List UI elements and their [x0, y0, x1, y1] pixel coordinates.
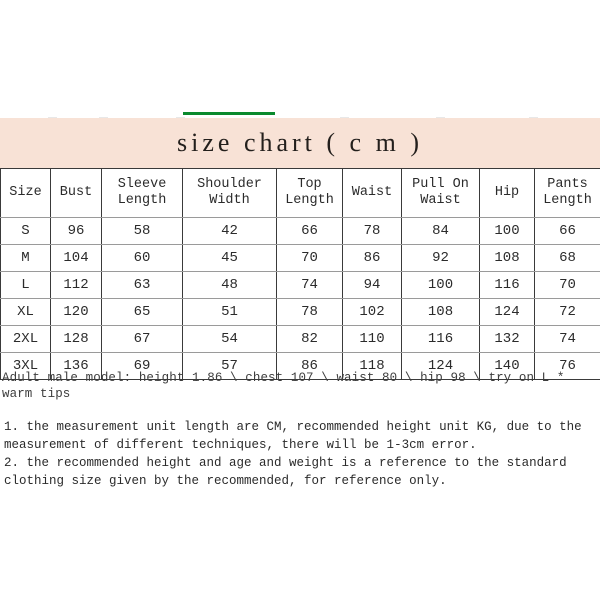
column-header-hip: Hip — [479, 168, 535, 218]
table-row: M 104 60 45 70 86 92 108 68 — [0, 244, 600, 272]
cell-size: XL — [0, 298, 51, 326]
cell-bust: 104 — [50, 244, 102, 272]
cell-hip: 100 — [479, 217, 535, 245]
table-row: 2XL 128 67 54 82 110 116 132 74 — [0, 325, 600, 353]
column-header-size: Size — [0, 168, 51, 218]
column-header-sleeve-length: Sleeve Length — [101, 168, 183, 218]
table-row: S 96 58 42 66 78 84 100 66 — [0, 217, 600, 245]
cell-pull-on-waist: 100 — [401, 271, 480, 299]
note-item: 1. the measurement unit length are CM, r… — [4, 420, 582, 452]
cell-sleeve-length: 60 — [101, 244, 183, 272]
disclaimer-notes: 1. the measurement unit length are CM, r… — [4, 418, 592, 490]
cell-pull-on-waist: 92 — [401, 244, 480, 272]
cell-shoulder-width: 42 — [182, 217, 277, 245]
cell-pants-length: 66 — [534, 217, 600, 245]
cell-size: L — [0, 271, 51, 299]
cell-sleeve-length: 67 — [101, 325, 183, 353]
green-accent-rule — [183, 112, 275, 115]
cell-pants-length: 72 — [534, 298, 600, 326]
cell-shoulder-width: 45 — [182, 244, 277, 272]
cell-hip: 116 — [479, 271, 535, 299]
cell-top-length: 78 — [276, 298, 343, 326]
cell-shoulder-width: 48 — [182, 271, 277, 299]
cell-waist: 86 — [342, 244, 402, 272]
size-chart-table: Size Bust Sleeve Length Shoulder Width T… — [0, 168, 600, 380]
cell-waist: 78 — [342, 217, 402, 245]
cell-pants-length: 68 — [534, 244, 600, 272]
cell-bust: 96 — [50, 217, 102, 245]
cell-top-length: 70 — [276, 244, 343, 272]
cell-waist: 110 — [342, 325, 402, 353]
table-header-row: Size Bust Sleeve Length Shoulder Width T… — [0, 168, 600, 218]
cell-sleeve-length: 58 — [101, 217, 183, 245]
cell-size: M — [0, 244, 51, 272]
model-measurements-note: Adult male model: height 1.86 \ chest 10… — [2, 371, 565, 401]
title-band: size chart ( c m ) — [0, 118, 600, 168]
note-item: 2. the recommended height and age and we… — [4, 456, 567, 488]
cell-shoulder-width: 51 — [182, 298, 277, 326]
cell-top-length: 66 — [276, 217, 343, 245]
cell-top-length: 74 — [276, 271, 343, 299]
cell-pull-on-waist: 116 — [401, 325, 480, 353]
cell-sleeve-length: 63 — [101, 271, 183, 299]
cell-size: 2XL — [0, 325, 51, 353]
column-header-shoulder-width: Shoulder Width — [182, 168, 277, 218]
cell-bust: 120 — [50, 298, 102, 326]
cell-pants-length: 70 — [534, 271, 600, 299]
cell-pants-length: 74 — [534, 325, 600, 353]
column-header-pants-length: Pants Length — [534, 168, 600, 218]
cell-shoulder-width: 54 — [182, 325, 277, 353]
column-header-top-length: Top Length — [276, 168, 343, 218]
table-row: L 112 63 48 74 94 100 116 70 — [0, 271, 600, 299]
cell-bust: 128 — [50, 325, 102, 353]
cell-hip: 132 — [479, 325, 535, 353]
table-row: XL 120 65 51 78 102 108 124 72 — [0, 298, 600, 326]
cell-pull-on-waist: 108 — [401, 298, 480, 326]
cell-bust: 112 — [50, 271, 102, 299]
cell-hip: 108 — [479, 244, 535, 272]
column-header-waist: Waist — [342, 168, 402, 218]
cell-size: S — [0, 217, 51, 245]
cell-top-length: 82 — [276, 325, 343, 353]
size-chart-page: size chart ( c m ) Size Bust Sleeve Leng… — [0, 0, 600, 600]
column-header-bust: Bust — [50, 168, 102, 218]
cell-sleeve-length: 65 — [101, 298, 183, 326]
top-margin — [0, 0, 600, 118]
cell-waist: 102 — [342, 298, 402, 326]
column-header-pull-on-waist: Pull On Waist — [401, 168, 480, 218]
page-title: size chart ( c m ) — [177, 128, 423, 157]
cell-hip: 124 — [479, 298, 535, 326]
cell-pull-on-waist: 84 — [401, 217, 480, 245]
cell-waist: 94 — [342, 271, 402, 299]
